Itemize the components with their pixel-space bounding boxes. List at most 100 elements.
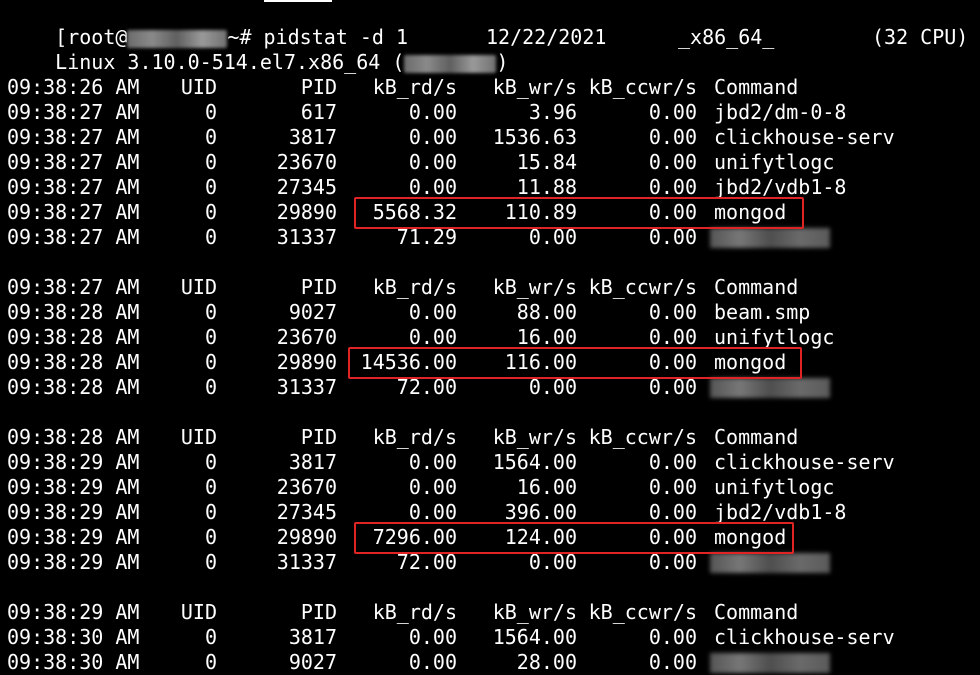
row-kb-rd: 71.29 bbox=[396, 225, 457, 249]
header-kb-ccwr: kB_ccwr/s bbox=[588, 75, 697, 99]
header-kb-wr: kB_wr/s bbox=[492, 425, 577, 449]
system-info-line: Linux 3.10.0-514.el7.x86_64 () bbox=[7, 25, 508, 74]
row-kb-rd: 0.00 bbox=[408, 325, 457, 349]
row-uid: 0 bbox=[204, 125, 217, 149]
row-command: mongod bbox=[714, 200, 787, 224]
row-pid: 31337 bbox=[276, 550, 337, 574]
process-row: 09:38:27 AM 0 31337 71.29 0.00 0.00 bbox=[7, 225, 967, 250]
row-uid: 0 bbox=[204, 200, 217, 224]
header-kb-rd: kB_rd/s bbox=[372, 75, 457, 99]
row-time: 09:38:29 AM bbox=[7, 500, 140, 524]
row-pid: 23670 bbox=[276, 475, 337, 499]
row-pid: 9027 bbox=[288, 650, 337, 674]
row-time: 09:38:30 AM bbox=[7, 650, 140, 674]
row-kb-ccwr: 0.00 bbox=[648, 525, 697, 549]
row-uid: 0 bbox=[204, 375, 217, 399]
header-time: 09:38:27 AM bbox=[7, 275, 140, 299]
row-kb-wr: 16.00 bbox=[516, 475, 577, 499]
row-pid: 9027 bbox=[288, 300, 337, 324]
row-command: clickhouse-serv bbox=[714, 125, 895, 149]
row-uid: 0 bbox=[204, 175, 217, 199]
row-kb-ccwr: 0.00 bbox=[648, 300, 697, 324]
row-kb-rd: 0.00 bbox=[408, 300, 457, 324]
process-row: 09:38:27 AM 0 617 0.00 3.96 0.00 jbd2/dm-0-8 bbox=[7, 100, 967, 125]
row-kb-wr: 16.00 bbox=[516, 325, 577, 349]
terminal-window[interactable]: [root@ ~# pidstat -d 1 Linux 3.10.0-514.e… bbox=[0, 0, 980, 674]
row-uid: 0 bbox=[204, 300, 217, 324]
redacted-command bbox=[710, 553, 830, 573]
header-uid: UID bbox=[180, 275, 217, 299]
row-uid: 0 bbox=[204, 525, 217, 549]
kernel-version: Linux 3.10.0-514.el7.x86_64 ( bbox=[55, 50, 405, 74]
row-time: 09:38:29 AM bbox=[7, 450, 140, 474]
row-kb-wr: 116.00 bbox=[504, 350, 577, 374]
row-command: mongod bbox=[714, 350, 787, 374]
row-kb-rd: 0.00 bbox=[408, 175, 457, 199]
row-uid: 0 bbox=[204, 500, 217, 524]
redacted-command bbox=[710, 653, 830, 673]
row-pid: 3817 bbox=[288, 125, 337, 149]
row-kb-wr: 3.96 bbox=[528, 100, 577, 124]
column-header-row: 09:38:29 AM UID PID kB_rd/s kB_wr/s kB_ccwr/s… bbox=[7, 600, 967, 625]
row-time: 09:38:27 AM bbox=[7, 225, 140, 249]
process-row: 09:38:30 AM 0 9027 0.00 28.00 0.00 bbox=[7, 650, 967, 675]
row-kb-ccwr: 0.00 bbox=[648, 200, 697, 224]
row-kb-wr: 1536.63 bbox=[492, 125, 577, 149]
row-command: unifytlogc bbox=[714, 150, 835, 174]
row-kb-wr: 110.89 bbox=[504, 200, 577, 224]
header-kb-wr: kB_wr/s bbox=[492, 600, 577, 624]
row-time: 09:38:29 AM bbox=[7, 525, 140, 549]
header-kb-ccwr: kB_ccwr/s bbox=[588, 600, 697, 624]
process-row: 09:38:30 AM 0 3817 0.00 1564.00 0.00 clickhous… bbox=[7, 625, 967, 650]
process-row: 09:38:27 AM 0 3817 0.00 1536.63 0.00 clickhous… bbox=[7, 125, 967, 150]
process-row: 09:38:28 AM 0 9027 0.00 88.00 0.00 beam.smp bbox=[7, 300, 967, 325]
row-kb-rd: 0.00 bbox=[408, 650, 457, 674]
row-kb-rd: 0.00 bbox=[408, 450, 457, 474]
row-time: 09:38:29 AM bbox=[7, 550, 140, 574]
header-command: Command bbox=[714, 425, 799, 449]
row-pid: 31337 bbox=[276, 375, 337, 399]
row-pid: 23670 bbox=[276, 325, 337, 349]
host-close-paren: ) bbox=[496, 50, 509, 74]
row-kb-wr: 0.00 bbox=[528, 375, 577, 399]
column-header-row: 09:38:26 AM UID PID kB_rd/s kB_wr/s kB_ccwr/s… bbox=[7, 75, 967, 100]
row-kb-ccwr: 0.00 bbox=[648, 500, 697, 524]
row-time: 09:38:30 AM bbox=[7, 625, 140, 649]
row-uid: 0 bbox=[204, 625, 217, 649]
redacted-command bbox=[710, 378, 830, 398]
header-command: Command bbox=[714, 275, 799, 299]
row-command: mongod bbox=[714, 525, 787, 549]
row-kb-rd: 0.00 bbox=[408, 125, 457, 149]
row-kb-ccwr: 0.00 bbox=[648, 350, 697, 374]
header-uid: UID bbox=[180, 600, 217, 624]
row-kb-wr: 88.00 bbox=[516, 300, 577, 324]
header-pid: PID bbox=[300, 275, 337, 299]
header-time: 09:38:26 AM bbox=[7, 75, 140, 99]
row-command: clickhouse-serv bbox=[714, 625, 895, 649]
row-time: 09:38:27 AM bbox=[7, 150, 140, 174]
process-row: 09:38:27 AM 0 27345 0.00 11.88 0.00 jbd2/vdb1-… bbox=[7, 175, 967, 200]
row-uid: 0 bbox=[204, 325, 217, 349]
row-kb-rd: 0.00 bbox=[408, 150, 457, 174]
prompt-cursor-bar bbox=[264, 0, 332, 2]
system-date: 12/22/2021 bbox=[486, 25, 607, 49]
row-pid: 29890 bbox=[276, 350, 337, 374]
row-kb-wr: 124.00 bbox=[504, 525, 577, 549]
row-command: clickhouse-serv bbox=[714, 450, 895, 474]
process-row: 09:38:28 AM 0 31337 72.00 0.00 0.00 bbox=[7, 375, 967, 400]
row-kb-wr: 28.00 bbox=[516, 650, 577, 674]
row-kb-ccwr: 0.00 bbox=[648, 225, 697, 249]
header-time: 09:38:28 AM bbox=[7, 425, 140, 449]
row-uid: 0 bbox=[204, 475, 217, 499]
row-kb-ccwr: 0.00 bbox=[648, 450, 697, 474]
header-command: Command bbox=[714, 75, 799, 99]
row-uid: 0 bbox=[204, 650, 217, 674]
row-kb-wr: 11.88 bbox=[516, 175, 577, 199]
row-time: 09:38:27 AM bbox=[7, 200, 140, 224]
header-kb-wr: kB_wr/s bbox=[492, 275, 577, 299]
row-kb-ccwr: 0.00 bbox=[648, 325, 697, 349]
row-kb-rd: 5568.32 bbox=[372, 200, 457, 224]
row-pid: 3817 bbox=[288, 450, 337, 474]
process-row: 09:38:27 AM 0 29890 5568.32 110.89 0.00 mongod bbox=[7, 200, 967, 225]
row-uid: 0 bbox=[204, 550, 217, 574]
